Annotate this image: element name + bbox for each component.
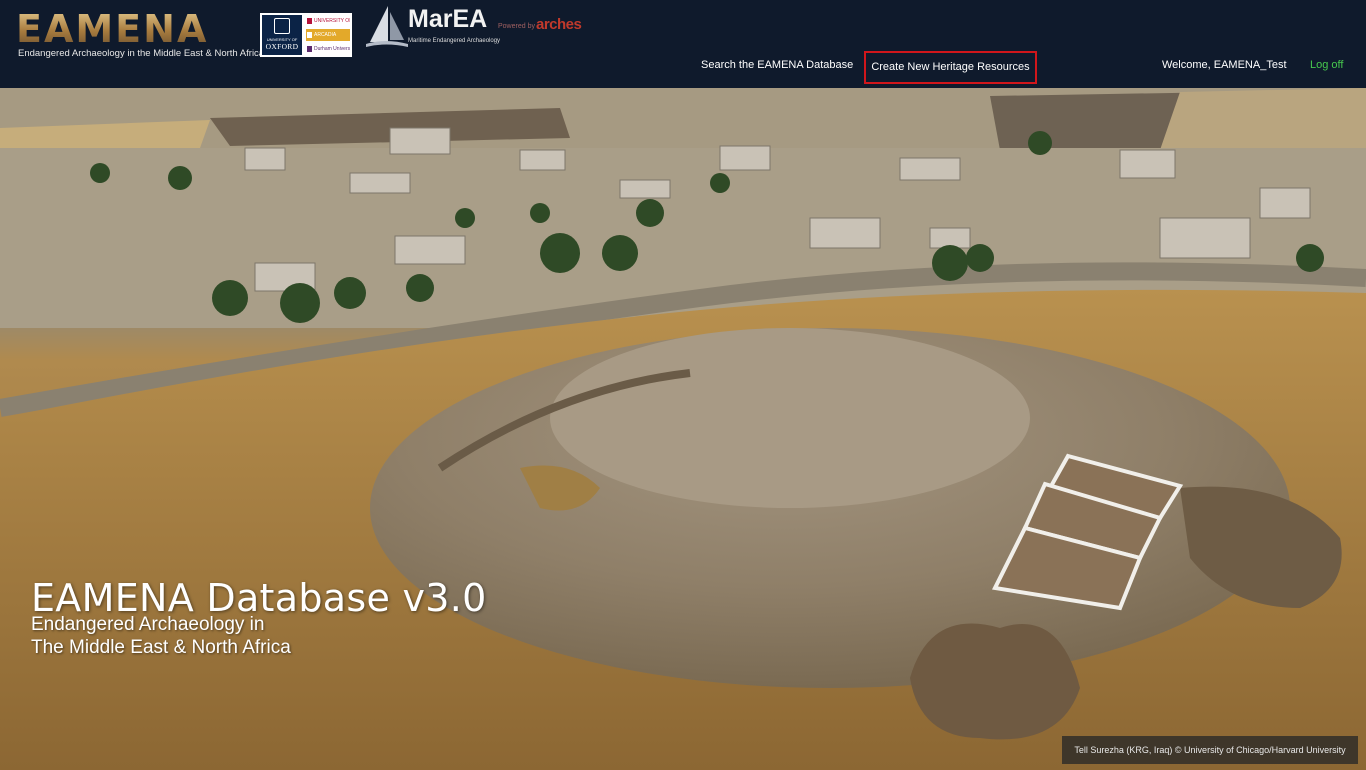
nav-create-heritage-resources[interactable]: Create New Heritage Resources (864, 51, 1037, 84)
durham-logo: Durham University (306, 43, 350, 55)
logoff-link[interactable]: Log off (1310, 59, 1343, 71)
hero-subtitle-line1: Endangered Archaeology in (31, 614, 265, 635)
marea-sail-icon (366, 6, 408, 47)
partner-logos: UNIVERSITY OF OXFORD UNIVERSITY OF LEICE… (260, 13, 352, 57)
site-header: EAMENA Endangered Archaeology in the Mid… (0, 0, 1366, 88)
marea-subtitle: Maritime Endangered Archaeology (408, 38, 501, 44)
eamena-logo-text: EAMENA (16, 7, 209, 51)
arches-logo: arches (536, 16, 582, 33)
nav-search-database[interactable]: Search the EAMENA Database (701, 59, 853, 71)
marea-logo: MarEA Maritime Endangered Archaeology Po… (366, 2, 606, 50)
hero-subtitle-line2: The Middle East & North Africa (31, 637, 291, 658)
hero-banner: EAMENA Database v3.0 Endangered Archaeol… (0, 88, 1366, 770)
eamena-tagline: Endangered Archaeology in the Middle Eas… (18, 48, 265, 59)
leicester-logo: UNIVERSITY OF LEICESTER (306, 15, 350, 27)
hero-aerial-image (0, 88, 1366, 770)
oxford-logo: UNIVERSITY OF OXFORD (262, 15, 302, 55)
welcome-message: Welcome, EAMENA_Test (1162, 59, 1287, 71)
image-caption: Tell Surezha (KRG, Iraq) © University of… (1062, 736, 1358, 764)
marea-title: MarEA (408, 5, 488, 33)
powered-by-label: Powered by (498, 23, 535, 30)
eamena-logo[interactable]: EAMENA Endangered Archaeology in the Mid… (16, 7, 264, 61)
arcadia-logo: ARCADIA (306, 29, 350, 41)
oxford-crest-icon (274, 18, 290, 34)
